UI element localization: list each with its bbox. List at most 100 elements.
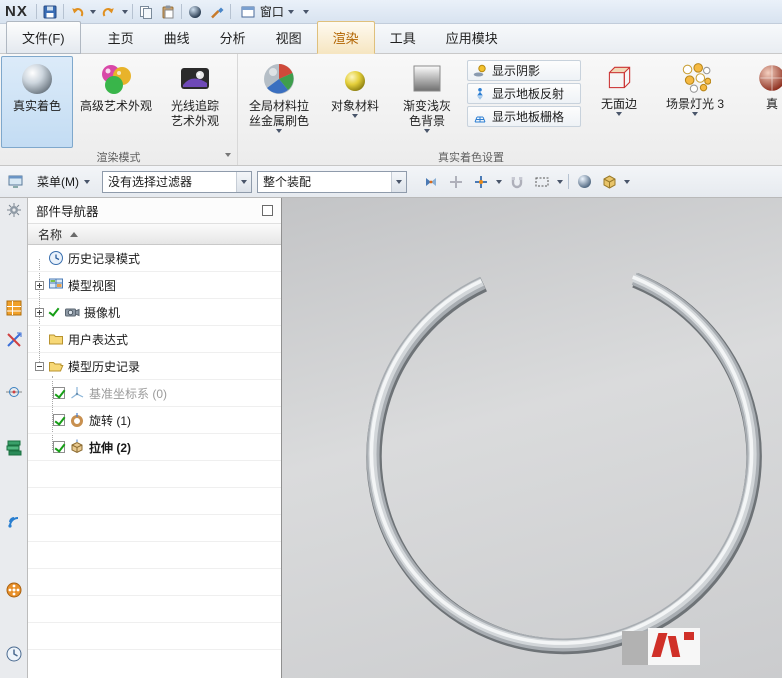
redo-button[interactable] bbox=[100, 3, 118, 21]
nx-window: NX 窗口 文件(F) 主页 曲线 分析 视图 渲染 工具 应用模块 真实着色 … bbox=[0, 0, 782, 678]
show-floor-reflection-toggle[interactable]: 显示地板反射 bbox=[467, 83, 581, 104]
tab-view[interactable]: 视图 bbox=[261, 22, 317, 53]
window-menu-button[interactable]: 窗口 bbox=[235, 1, 299, 22]
expand-icon[interactable] bbox=[35, 307, 44, 317]
paste-icon bbox=[162, 5, 174, 18]
shaded-view-icon[interactable] bbox=[574, 172, 594, 192]
separator bbox=[131, 4, 133, 19]
tree-item-cameras[interactable]: 摄像机 bbox=[28, 299, 281, 326]
tab-home[interactable]: 主页 bbox=[93, 22, 149, 53]
snap-point-icon[interactable] bbox=[471, 172, 491, 192]
ray-traced-art-button[interactable]: 光线追踪 艺术外观 bbox=[159, 56, 231, 148]
rectangle-select-icon[interactable] bbox=[532, 172, 552, 192]
object-material-dropdown-arrow[interactable] bbox=[352, 114, 358, 118]
undo-dropdown-arrow[interactable] bbox=[89, 9, 96, 14]
selection-filter-arrow[interactable] bbox=[236, 171, 251, 192]
true-shading-editor-button-clipped[interactable]: 真 bbox=[737, 56, 782, 148]
library-books-icon[interactable] bbox=[4, 438, 24, 458]
point-pair-icon[interactable] bbox=[421, 172, 441, 192]
magnet-icon[interactable] bbox=[507, 172, 527, 192]
gradient-bg-dropdown-arrow[interactable] bbox=[424, 129, 430, 133]
window-icon bbox=[241, 6, 255, 17]
scene-lights-button[interactable]: 场景灯光 3 bbox=[653, 56, 737, 148]
tree-item-extrude[interactable]: 拉伸 (2) bbox=[28, 434, 281, 461]
tab-render[interactable]: 渲染 bbox=[316, 21, 375, 54]
global-material-dropdown-arrow[interactable] bbox=[276, 129, 282, 133]
render-style-button[interactable] bbox=[186, 3, 204, 21]
separator bbox=[35, 4, 37, 19]
tree-item-revolve[interactable]: 旋转 (1) bbox=[28, 407, 281, 434]
panel-pin-box[interactable] bbox=[262, 205, 273, 216]
object-material-button[interactable]: 对象材料 bbox=[319, 56, 391, 148]
reuse-library-icon[interactable] bbox=[4, 298, 24, 318]
true-shading-button[interactable]: 真实着色 bbox=[1, 56, 73, 148]
tab-app-modules[interactable]: 应用模块 bbox=[431, 22, 513, 53]
expand-icon[interactable] bbox=[35, 280, 44, 290]
save-button[interactable] bbox=[41, 3, 59, 21]
undo-button[interactable] bbox=[68, 3, 86, 21]
feature-checkbox[interactable] bbox=[53, 441, 65, 453]
view-cube-dropdown-arrow[interactable] bbox=[624, 179, 630, 184]
empty-row bbox=[28, 515, 281, 542]
gradient-bg-label-line2: 色背景 bbox=[408, 114, 445, 128]
menu-button[interactable]: 菜单(M) bbox=[30, 169, 97, 194]
resource-bar bbox=[0, 198, 28, 678]
menu-dropdown-arrow bbox=[84, 179, 90, 184]
tab-curve[interactable]: 曲线 bbox=[149, 22, 205, 53]
ribbon-tab-bar: 文件(F) 主页 曲线 分析 视图 渲染 工具 应用模块 bbox=[0, 21, 782, 54]
tree-item-model-history[interactable]: 模型历史记录 bbox=[28, 353, 281, 380]
assembly-constraints-icon[interactable] bbox=[4, 330, 24, 350]
view-cube-icon[interactable] bbox=[599, 172, 619, 192]
show-floor-grid-label: 显示地板栅格 bbox=[492, 110, 565, 124]
tab-file[interactable]: 文件(F) bbox=[6, 21, 81, 54]
screen-icon[interactable] bbox=[5, 172, 25, 192]
tab-tools[interactable]: 工具 bbox=[375, 22, 431, 53]
selection-scope-arrow[interactable] bbox=[391, 171, 406, 192]
global-material-button[interactable]: 全局材料拉 丝金属刷色 bbox=[239, 56, 319, 148]
scene-lights-dropdown-arrow[interactable] bbox=[692, 112, 698, 116]
roles-gear-icon[interactable] bbox=[4, 200, 24, 220]
graphics-viewport[interactable] bbox=[282, 198, 782, 678]
tree-item-datum-csys[interactable]: 基准坐标系 (0) bbox=[28, 380, 281, 407]
movie-reel-icon[interactable] bbox=[4, 580, 24, 600]
history-clock-icon[interactable] bbox=[4, 644, 24, 664]
show-floor-reflection-label: 显示地板反射 bbox=[492, 87, 565, 101]
edit-display-button[interactable] bbox=[208, 3, 226, 21]
advanced-art-button[interactable]: 高级艺术外观 bbox=[73, 56, 159, 148]
tree-item-user-expressions[interactable]: 用户表达式 bbox=[28, 326, 281, 353]
selection-filter-value: 没有选择过滤器 bbox=[108, 175, 193, 189]
selection-scope-combo[interactable]: 整个装配 bbox=[257, 170, 407, 193]
gradient-background-button[interactable]: 渐变浅灰 色背景 bbox=[391, 56, 463, 148]
feature-checkbox[interactable] bbox=[53, 414, 65, 426]
tab-analysis[interactable]: 分析 bbox=[205, 22, 261, 53]
paste-button[interactable] bbox=[159, 3, 177, 21]
hand-select-icon[interactable] bbox=[446, 172, 466, 192]
tree-item-label: 拉伸 (2) bbox=[89, 440, 132, 455]
qat-customize-arrow[interactable] bbox=[302, 9, 309, 14]
snap-ring-model bbox=[366, 272, 762, 655]
collapse-icon[interactable] bbox=[35, 361, 44, 371]
tree-item-history-mode[interactable]: 历史记录模式 bbox=[28, 245, 281, 272]
tree-item-model-views[interactable]: 模型视图 bbox=[28, 272, 281, 299]
separator bbox=[568, 174, 569, 189]
measure-icon[interactable] bbox=[4, 382, 24, 402]
history-mode-clock-icon bbox=[48, 250, 64, 266]
copy-button[interactable] bbox=[137, 3, 155, 21]
selection-filter-combo[interactable]: 没有选择过滤器 bbox=[102, 170, 252, 193]
shading-editor-icon bbox=[759, 65, 782, 91]
ribbon: 真实着色 高级艺术外观 光线追踪 艺术外观 渲染模式 全局材料拉 丝金属刷色 对… bbox=[0, 54, 782, 166]
group-dropdown-arrow[interactable] bbox=[225, 153, 231, 157]
web-browser-icon[interactable] bbox=[4, 510, 24, 530]
group-render-mode: 真实着色 高级艺术外观 光线追踪 艺术外观 渲染模式 bbox=[0, 54, 238, 165]
no-face-edge-button[interactable]: 无面边 bbox=[585, 56, 653, 148]
navigator-column-header[interactable]: 名称 bbox=[28, 224, 281, 245]
global-material-sphere-icon bbox=[264, 64, 294, 94]
redo-dropdown-arrow[interactable] bbox=[121, 9, 128, 14]
save-icon bbox=[43, 5, 57, 18]
show-shadow-toggle[interactable]: 显示阴影 bbox=[467, 60, 581, 81]
show-floor-grid-toggle[interactable]: 显示地板栅格 bbox=[467, 106, 581, 127]
rectangle-select-dropdown-arrow[interactable] bbox=[557, 179, 563, 184]
snap-point-dropdown-arrow[interactable] bbox=[496, 179, 502, 184]
no-face-edge-dropdown-arrow[interactable] bbox=[616, 112, 622, 116]
feature-checkbox[interactable] bbox=[53, 387, 65, 399]
